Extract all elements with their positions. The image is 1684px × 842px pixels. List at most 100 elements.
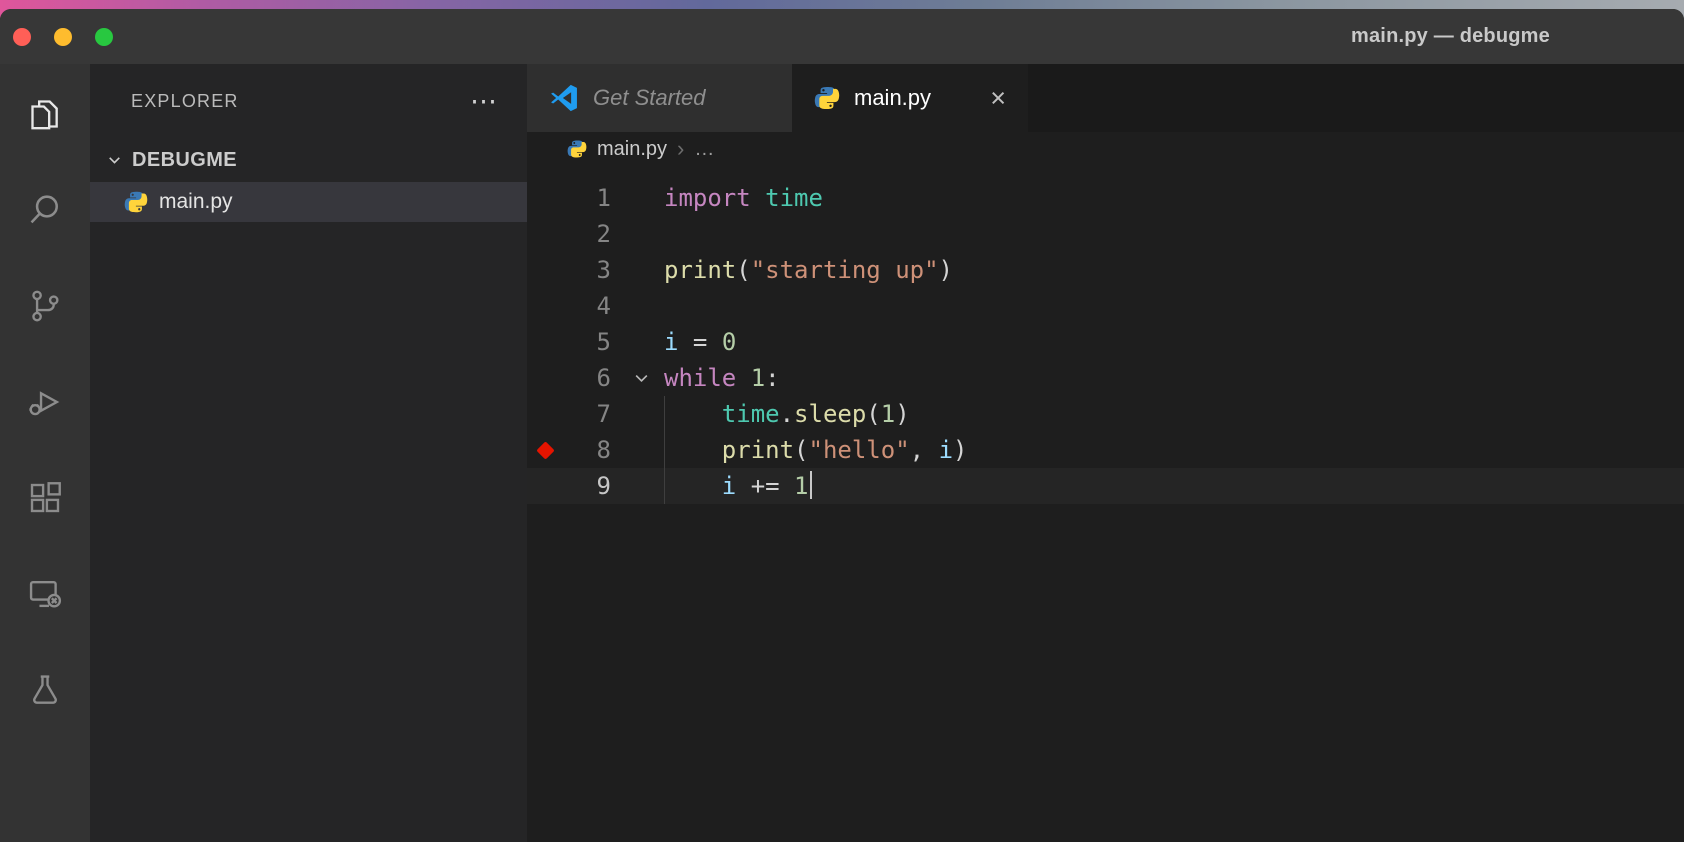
sidebar-explorer: EXPLORER ⋯ DEBUGME main.py: [90, 64, 527, 842]
activity-item-remote-explorer[interactable]: [0, 546, 90, 642]
glyph-margin[interactable]: [527, 468, 563, 504]
file-item-main-py[interactable]: main.py: [90, 182, 527, 222]
code-text[interactable]: time.sleep(1): [657, 396, 1684, 432]
window-title: main.py — debugme: [1351, 25, 1550, 47]
line-number: 1: [596, 184, 611, 212]
token-number: 0: [721, 328, 737, 356]
token-variable: i: [721, 472, 737, 500]
code-text[interactable]: [657, 216, 1684, 252]
code-text[interactable]: i += 1: [657, 468, 1684, 504]
code-line-3[interactable]: 3 print("starting up"): [527, 252, 1684, 288]
activity-item-search[interactable]: [0, 162, 90, 258]
code-text[interactable]: import time: [657, 180, 1684, 216]
fold-chevron-icon[interactable]: [611, 360, 657, 396]
line-number: 2: [596, 220, 611, 248]
token-punct: ,: [909, 436, 939, 464]
code-text[interactable]: [657, 288, 1684, 324]
token-punct: [664, 436, 722, 464]
glyph-margin[interactable]: [527, 324, 563, 360]
activity-item-explorer[interactable]: [0, 66, 90, 162]
glyph-margin[interactable]: [527, 252, 563, 288]
glyph-margin[interactable]: [527, 360, 563, 396]
code-text[interactable]: print("hello", i): [657, 432, 1684, 468]
code-line-7[interactable]: 7 time.sleep(1): [527, 396, 1684, 432]
activity-item-testing[interactable]: [0, 642, 90, 738]
token-punct: [664, 400, 722, 428]
explorer-title: EXPLORER: [131, 90, 239, 111]
glyph-margin[interactable]: [527, 396, 563, 432]
token-function: print: [664, 256, 737, 284]
breadcrumb-symbol[interactable]: …: [694, 138, 714, 161]
code-text[interactable]: print("starting up"): [657, 252, 1684, 288]
token-module: time: [765, 184, 823, 212]
breakpoint-glyph-margin[interactable]: [527, 432, 563, 468]
line-number: 7: [596, 400, 611, 428]
token-punct: =: [678, 328, 722, 356]
token-number: 1: [880, 400, 896, 428]
glyph-margin[interactable]: [527, 288, 563, 324]
tab-label: main.py: [854, 85, 932, 110]
titlebar[interactable]: main.py — debugme: [0, 9, 1684, 64]
code-editor[interactable]: 1 import time 2 3 print("starting up") 4 5 i = …: [527, 166, 1684, 842]
token-module: time: [721, 400, 780, 428]
traffic-light-minimize[interactable]: [54, 27, 72, 46]
editor-group: Get Started main.py × main.py › … 1 impor…: [527, 64, 1684, 842]
activity-item-extensions[interactable]: [0, 450, 90, 546]
token-punct: [664, 472, 722, 500]
files-icon: [31, 100, 58, 130]
glyph-margin[interactable]: [527, 180, 563, 216]
glyph-margin[interactable]: [527, 216, 563, 252]
fold-margin: [611, 468, 657, 504]
vscode-logo-icon: [551, 84, 577, 112]
code-text[interactable]: i = 0: [657, 324, 1684, 360]
token-punct: ): [895, 400, 910, 428]
code-text[interactable]: while 1:: [657, 360, 1684, 396]
token-number: 1: [794, 472, 809, 500]
indent-guide: [664, 396, 665, 432]
code-line-5[interactable]: 5 i = 0: [527, 324, 1684, 360]
extensions-icon: [30, 482, 61, 513]
token-variable: i: [664, 328, 679, 356]
token-string: "starting up": [750, 256, 939, 284]
chevron-down-icon: [109, 156, 120, 164]
code-lines: 1 import time 2 3 print("starting up") 4 5 i = …: [527, 180, 1684, 504]
more-actions-button[interactable]: ⋯: [470, 87, 497, 115]
traffic-lights: [13, 9, 113, 64]
traffic-light-zoom[interactable]: [95, 27, 113, 46]
token-function: print: [721, 436, 795, 464]
tab-bar: Get Started main.py ×: [527, 64, 1684, 132]
folder-section-debugme[interactable]: DEBUGME: [90, 138, 527, 182]
git-branch-icon: [32, 290, 59, 322]
code-line-6[interactable]: 6 while 1:: [527, 360, 1684, 396]
token-string: "hello": [808, 436, 910, 464]
line-number: 5: [596, 328, 611, 356]
text-cursor: [809, 471, 812, 499]
fold-margin: [611, 216, 657, 252]
file-label: main.py: [159, 190, 233, 213]
tab-get-started[interactable]: Get Started: [527, 64, 792, 132]
code-line-9[interactable]: 9 i += 1: [527, 468, 1684, 504]
activity-item-run-and-debug[interactable]: [0, 354, 90, 450]
token-punct: (: [794, 436, 809, 464]
line-number: 3: [596, 256, 611, 284]
traffic-light-close[interactable]: [13, 27, 31, 46]
code-line-1[interactable]: 1 import time: [527, 180, 1684, 216]
vscode-window: main.py — debugme EXPLORER ⋯ DEBUGME mai…: [0, 9, 1684, 842]
tab-main-py[interactable]: main.py ×: [792, 64, 1028, 132]
token-punct: :: [765, 364, 780, 392]
line-number: 9: [596, 472, 611, 500]
code-line-8[interactable]: 8 print("hello", i): [527, 432, 1684, 468]
token-function: sleep: [794, 400, 867, 428]
code-line-2[interactable]: 2: [527, 216, 1684, 252]
breadcrumb-file[interactable]: main.py: [597, 138, 667, 161]
breadcrumb[interactable]: main.py › …: [527, 132, 1684, 166]
folder-label: DEBUGME: [132, 148, 238, 171]
code-line-4[interactable]: 4: [527, 288, 1684, 324]
search-icon: [30, 195, 58, 224]
indent-guide: [664, 468, 665, 504]
chevron-right-icon: ›: [677, 136, 685, 161]
debug-play-icon: [29, 391, 60, 416]
python-icon: [814, 85, 840, 111]
activity-item-source-control[interactable]: [0, 258, 90, 354]
close-tab-button[interactable]: ×: [990, 84, 1006, 112]
